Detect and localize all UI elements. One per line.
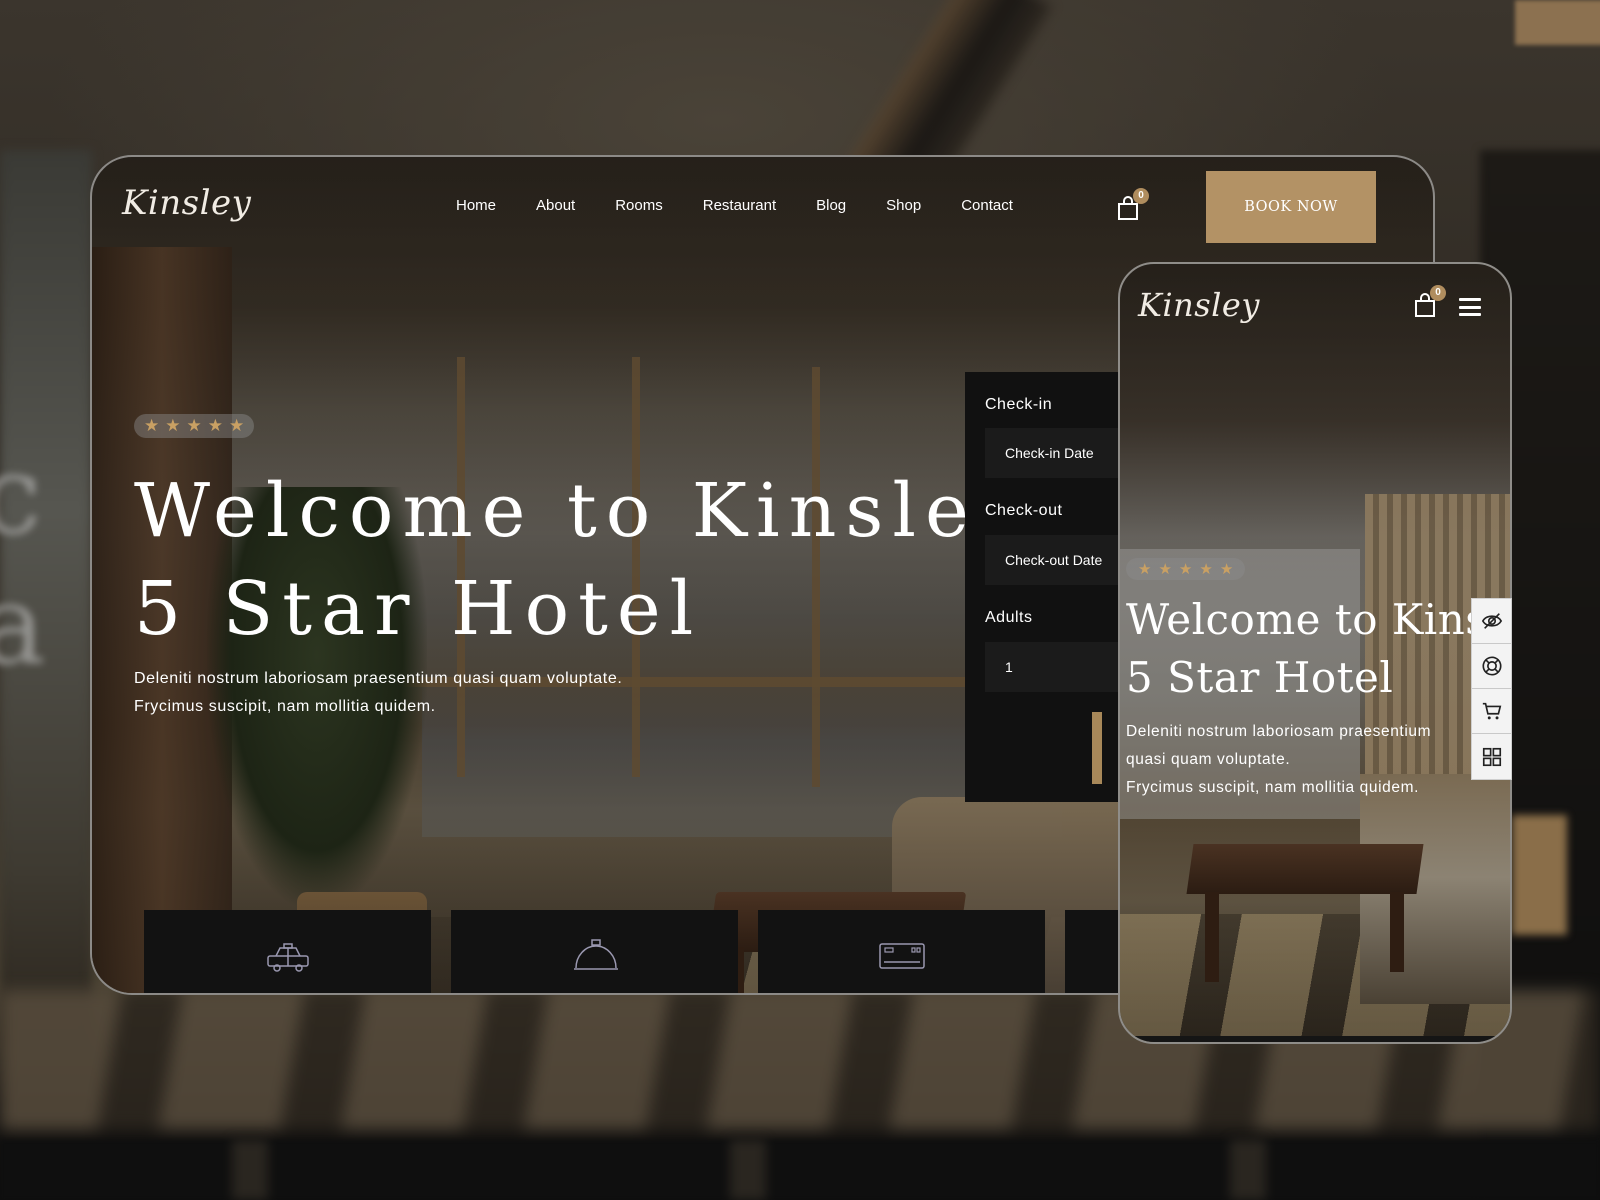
star-icon: ★ xyxy=(144,416,160,435)
star-icon: ★ xyxy=(229,416,245,435)
toggle-visibility-button[interactable] xyxy=(1472,599,1511,644)
feature-card[interactable] xyxy=(1065,910,1125,993)
coffee-table xyxy=(1186,844,1424,894)
hero-title-line-2: 5 Star Hotel xyxy=(134,566,703,652)
desktop-header: Kinsley Home About Rooms Restaurant Blog… xyxy=(92,157,1433,257)
mobile-bottom-bar xyxy=(1120,1036,1510,1042)
feature-card[interactable] xyxy=(758,910,1045,993)
nav-about[interactable]: About xyxy=(536,197,575,214)
star-icon: ★ xyxy=(1158,561,1172,578)
taxi-icon xyxy=(267,943,309,972)
adults-label: Adults xyxy=(985,609,1033,626)
feature-card[interactable] xyxy=(451,910,738,993)
cart-count-badge: 0 xyxy=(1430,285,1446,301)
checkin-label: Check-in xyxy=(985,396,1053,413)
background-gold-block xyxy=(1515,0,1600,45)
hamburger-menu-icon[interactable] xyxy=(1459,298,1481,316)
star-icon: ★ xyxy=(1138,561,1152,578)
nav-shop[interactable]: Shop xyxy=(886,197,921,214)
mobile-hero-subtitle: Deleniti nostrum laboriosam praesentium … xyxy=(1126,718,1486,802)
room-service-icon xyxy=(574,939,618,970)
table-leg xyxy=(1205,892,1219,982)
hero-subtitle: Deleniti nostrum laboriosam praesentium … xyxy=(134,665,734,721)
star-icon: ★ xyxy=(1199,561,1213,578)
hero-title: Welcome to Kinsley 5 Star Hotel xyxy=(134,462,1029,658)
side-toolbar xyxy=(1471,598,1512,780)
mobile-cart-button[interactable]: 0 xyxy=(1413,285,1446,318)
buy-button[interactable] xyxy=(1472,689,1511,734)
hero-subtitle-line-1: Deleniti nostrum laboriosam praesentium xyxy=(1126,723,1432,740)
hero-title-line-2: 5 Star Hotel xyxy=(1126,653,1394,702)
star-icon: ★ xyxy=(207,416,223,435)
check-availability-button[interactable] xyxy=(1092,712,1102,784)
star-icon: ★ xyxy=(186,416,202,435)
nav-restaurant[interactable]: Restaurant xyxy=(703,197,776,214)
site-logo[interactable]: Kinsley xyxy=(122,183,251,223)
star-icon: ★ xyxy=(165,416,181,435)
background-blurred-text: ca xyxy=(0,431,46,689)
nav-home[interactable]: Home xyxy=(456,197,496,214)
demos-button[interactable] xyxy=(1472,734,1511,779)
cart-count-badge: 0 xyxy=(1133,188,1149,204)
feature-card[interactable] xyxy=(144,910,431,993)
hero-subtitle-line-1: Deleniti nostrum laboriosam praesentium … xyxy=(134,670,623,687)
background-bottom-strip xyxy=(0,1140,1600,1200)
support-button[interactable] xyxy=(1472,644,1511,689)
nav-blog[interactable]: Blog xyxy=(816,197,846,214)
support-icon xyxy=(1481,656,1502,676)
grid-icon xyxy=(1482,747,1501,766)
mobile-site-logo[interactable]: Kinsley xyxy=(1138,286,1260,324)
hero-subtitle-line-2: quasi quam voluptate. xyxy=(1126,751,1291,768)
background-gold-button xyxy=(1512,815,1567,935)
star-icon: ★ xyxy=(1219,561,1234,578)
hero-title-line-1: Welcome to Kinsley xyxy=(1126,595,1512,644)
main-nav: Home About Rooms Restaurant Blog Shop Co… xyxy=(456,197,1013,214)
hero-title-line-1: Welcome to Kinsley xyxy=(134,468,1029,554)
hero-subtitle-line-2: Frycimus suscipit, nam mollitia quidem. xyxy=(134,698,436,715)
nav-rooms[interactable]: Rooms xyxy=(615,197,663,214)
mobile-hero-title: Welcome to Kinsley 5 Star Hotel xyxy=(1126,591,1512,707)
air-conditioner-icon xyxy=(879,943,925,969)
hero-subtitle-line-3: Frycimus suscipit, nam mollitia quidem. xyxy=(1126,779,1419,796)
star-rating: ★ ★ ★ ★ ★ xyxy=(134,414,255,438)
star-rating: ★ ★ ★ ★ ★ xyxy=(1126,558,1246,580)
checkout-label: Check-out xyxy=(985,502,1063,519)
star-icon: ★ xyxy=(1178,561,1193,578)
book-now-button[interactable]: BOOK NOW xyxy=(1206,171,1376,243)
mobile-mockup: Kinsley 0 ★ ★ ★ ★ ★ Welcome to Kinsley 5… xyxy=(1118,262,1512,1044)
cart-button[interactable]: 0 xyxy=(1116,188,1149,221)
nav-contact[interactable]: Contact xyxy=(961,197,1013,214)
table-leg xyxy=(1390,892,1404,972)
cart-icon xyxy=(1482,702,1501,720)
hide-icon xyxy=(1481,613,1502,629)
